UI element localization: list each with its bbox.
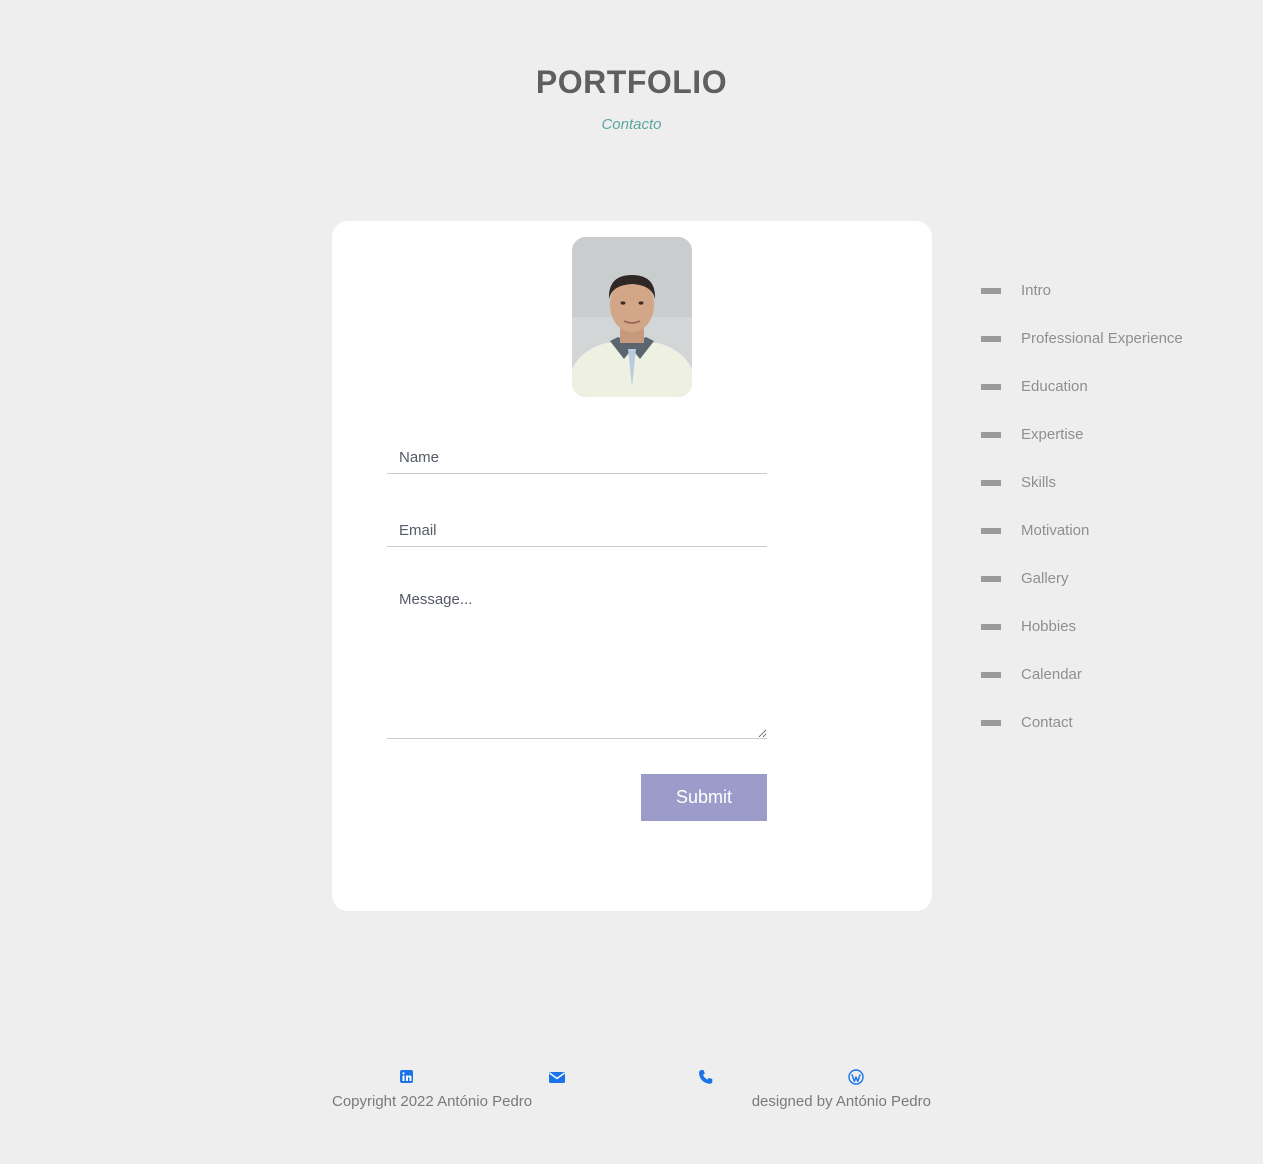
wordpress-icon[interactable] bbox=[848, 1069, 864, 1085]
envelope-icon[interactable] bbox=[548, 1069, 566, 1085]
nav-item-label: Gallery bbox=[1021, 570, 1069, 587]
nav-dash-icon bbox=[981, 384, 1001, 390]
nav-item-label: Education bbox=[1021, 378, 1088, 395]
footer-designed-by: designed by António Pedro bbox=[751, 1093, 931, 1110]
nav-dash-icon bbox=[981, 576, 1001, 582]
page: PORTFOLIO Contacto Name Email Message...… bbox=[0, 0, 1263, 1164]
linkedin-icon[interactable] bbox=[399, 1069, 415, 1085]
phone-icon[interactable] bbox=[698, 1069, 714, 1085]
name-input[interactable] bbox=[387, 442, 767, 474]
nav-dash-icon bbox=[981, 336, 1001, 342]
profile-photo bbox=[572, 237, 692, 397]
nav-dash-icon bbox=[981, 528, 1001, 534]
nav-item-label: Calendar bbox=[1021, 666, 1082, 683]
message-textarea[interactable] bbox=[387, 581, 767, 739]
page-title: PORTFOLIO bbox=[535, 64, 728, 100]
nav-item-label: Contact bbox=[1021, 714, 1073, 731]
nav-dash-icon bbox=[981, 624, 1001, 630]
nav-item-label: Professional Experience bbox=[1021, 330, 1183, 347]
nav-item-label: Motivation bbox=[1021, 522, 1090, 539]
nav-item-label: Skills bbox=[1021, 474, 1057, 491]
nav-dash-icon bbox=[981, 672, 1001, 678]
contact-card: Submit bbox=[332, 221, 932, 911]
submit-button[interactable]: Submit bbox=[641, 774, 767, 821]
page-subtitle: Contacto bbox=[601, 116, 662, 133]
footer-copyright: Copyright 2022 António Pedro bbox=[332, 1093, 533, 1110]
nav-dash-icon bbox=[981, 720, 1001, 726]
email-input[interactable] bbox=[387, 515, 767, 547]
nav-dash-icon bbox=[981, 480, 1001, 486]
nav-dash-icon bbox=[981, 432, 1001, 438]
nav-item-label: Expertise bbox=[1021, 426, 1084, 443]
nav-item-label: Hobbies bbox=[1021, 618, 1077, 635]
nav-item-label: Intro bbox=[1021, 282, 1052, 299]
profile-photo-image bbox=[572, 237, 692, 397]
nav-dash-icon bbox=[981, 288, 1001, 294]
